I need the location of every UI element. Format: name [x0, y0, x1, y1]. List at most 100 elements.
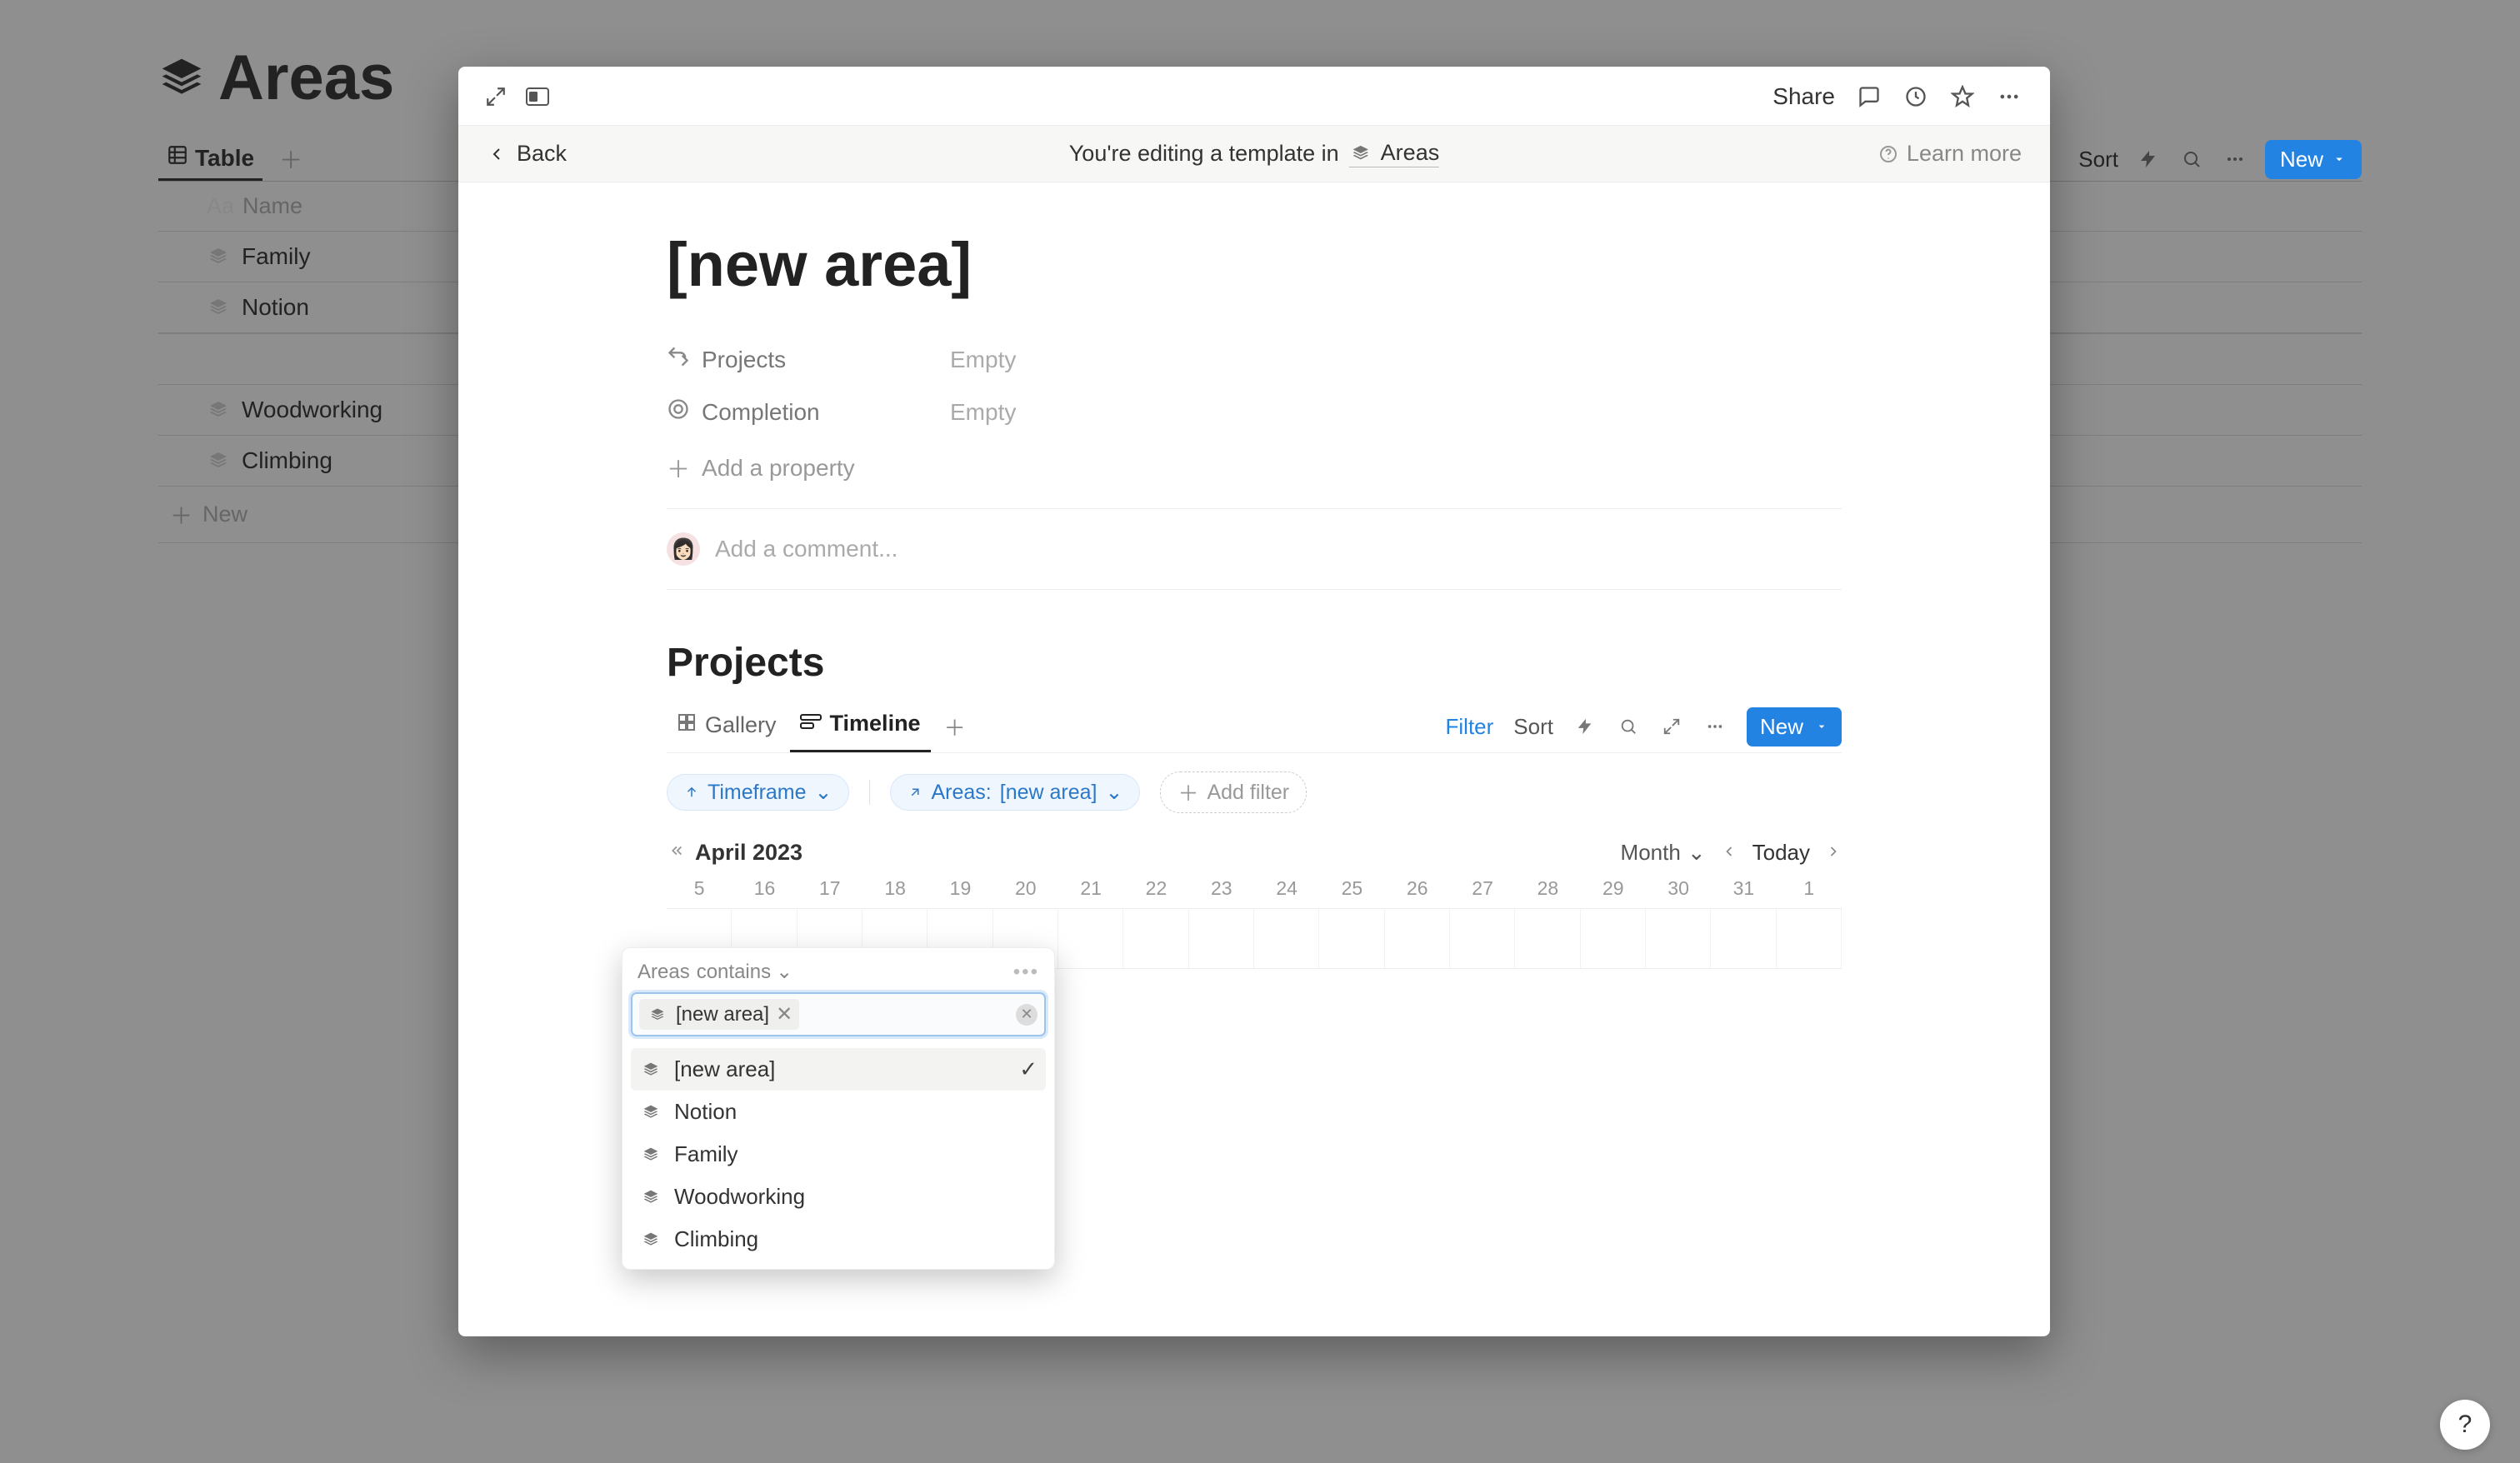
filter-option[interactable]: [new area]✓ — [631, 1048, 1046, 1091]
timeline-date: 18 — [862, 872, 928, 908]
page-title: Areas — [218, 42, 394, 114]
timeline-column[interactable] — [1515, 909, 1580, 968]
filter-options-list: [new area]✓ Notion FamilyWoodworkingClimbi… — [631, 1036, 1046, 1261]
prev-button[interactable] — [1721, 840, 1738, 866]
layers-icon — [639, 1143, 662, 1166]
help-button[interactable]: ? — [2440, 1400, 2490, 1450]
sort-button[interactable]: Sort — [1513, 714, 1553, 740]
tab-gallery[interactable]: Gallery — [667, 702, 787, 751]
filter-option[interactable]: Notion — [631, 1091, 1046, 1133]
bolt-icon[interactable] — [2135, 146, 2162, 172]
row-title: Climbing — [242, 447, 332, 474]
share-button[interactable]: Share — [1772, 83, 1835, 110]
tab-table[interactable]: Table — [158, 137, 262, 181]
tab-timeline[interactable]: Timeline — [790, 701, 931, 752]
row-title: Family — [242, 243, 310, 270]
remove-token-button[interactable]: ✕ — [776, 1002, 792, 1026]
add-filter-button[interactable]: ＋ Add filter — [1160, 771, 1307, 813]
filter-option[interactable]: Family — [631, 1133, 1046, 1176]
back-button[interactable]: Back — [487, 141, 567, 167]
timeline-column[interactable] — [1123, 909, 1188, 968]
timeline-date: 30 — [1646, 872, 1711, 908]
clear-input-button[interactable]: ✕ — [1016, 1004, 1038, 1026]
timeline-date: 19 — [928, 872, 992, 908]
timeline-column[interactable] — [1319, 909, 1384, 968]
relation-icon — [667, 345, 690, 374]
bolt-icon[interactable] — [1573, 715, 1597, 738]
timeline-date: 25 — [1319, 872, 1384, 908]
filter-text-input[interactable] — [806, 1003, 1009, 1026]
collapse-icon[interactable] — [667, 840, 685, 866]
filter-option[interactable]: Woodworking — [631, 1176, 1046, 1218]
add-view-button[interactable]: ＋ — [934, 707, 976, 747]
timeline-column[interactable] — [1646, 909, 1711, 968]
search-icon[interactable] — [1617, 715, 1640, 738]
new-button[interactable]: New — [2265, 140, 2362, 179]
timeline-date: 5 — [667, 872, 732, 908]
divider — [869, 780, 870, 805]
learn-more-button[interactable]: Learn more — [1878, 141, 2022, 167]
add-property-label: Add a property — [702, 455, 855, 482]
peek-mode-icon[interactable] — [525, 84, 550, 109]
property-row-completion[interactable]: Completion Empty — [667, 386, 1842, 438]
timeline-column[interactable] — [1450, 909, 1515, 968]
search-icon[interactable] — [2178, 146, 2205, 172]
layers-icon — [207, 296, 230, 319]
comment-input-row[interactable]: 👩🏻 Add a comment... — [667, 529, 1842, 589]
more-icon[interactable] — [2222, 146, 2248, 172]
today-button[interactable]: Today — [1752, 840, 1810, 866]
comment-placeholder: Add a comment... — [715, 536, 898, 562]
breadcrumb-db-link[interactable]: Areas — [1349, 140, 1440, 167]
chip-areas-filter[interactable]: Areas: [new area] ⌄ — [890, 774, 1140, 811]
expand-icon[interactable] — [483, 84, 508, 109]
linked-db-title[interactable]: Projects — [667, 640, 1842, 686]
favorite-icon[interactable] — [1950, 84, 1975, 109]
layers-icon — [639, 1101, 662, 1124]
timeline-dates-row: 5161718192021222324252627282930311 — [667, 872, 1842, 909]
chip-value: [new area] — [1000, 781, 1098, 805]
divider — [667, 508, 1842, 509]
add-view-button[interactable]: ＋ — [271, 137, 311, 181]
tab-label: Timeline — [830, 711, 921, 736]
property-value[interactable]: Empty — [950, 347, 1016, 373]
sort-label[interactable]: Sort — [2078, 147, 2118, 172]
filter-option[interactable]: Climbing — [631, 1218, 1046, 1261]
timeline-column[interactable] — [1581, 909, 1646, 968]
comments-icon[interactable] — [1857, 84, 1882, 109]
new-button[interactable]: New — [1747, 707, 1842, 746]
tab-label: Gallery — [705, 712, 777, 738]
timeline-date: 21 — [1058, 872, 1123, 908]
timeline-date: 27 — [1450, 872, 1515, 908]
expand-icon[interactable] — [1660, 715, 1683, 738]
timeline-date: 29 — [1581, 872, 1646, 908]
chip-timeframe[interactable]: Timeframe ⌄ — [667, 774, 849, 811]
plus-icon: ＋ — [170, 498, 192, 531]
granularity-selector[interactable]: Month ⌄ — [1621, 840, 1706, 866]
timeline-column[interactable] — [1777, 909, 1842, 968]
next-button[interactable] — [1825, 840, 1842, 866]
property-value[interactable]: Empty — [950, 399, 1016, 426]
filter-condition-selector[interactable]: contains ⌄ — [697, 960, 793, 984]
layers-icon — [646, 1003, 669, 1026]
timeline-column[interactable] — [1254, 909, 1319, 968]
entry-title[interactable]: [new area] — [667, 229, 1842, 300]
gallery-icon — [677, 712, 697, 738]
timeline-column[interactable] — [1385, 909, 1450, 968]
timeline-date: 24 — [1254, 872, 1319, 908]
more-icon[interactable]: ••• — [1013, 961, 1039, 984]
property-row-projects[interactable]: Projects Empty — [667, 333, 1842, 386]
plus-icon: ＋ — [1178, 777, 1198, 807]
add-property-button[interactable]: ＋ Add a property — [667, 438, 1842, 508]
option-label: Notion — [674, 1099, 737, 1125]
updates-icon[interactable] — [1903, 84, 1928, 109]
filter-input[interactable]: [new area] ✕ ✕ — [631, 992, 1046, 1036]
column-header-label: Name — [242, 193, 302, 219]
more-icon[interactable] — [1997, 84, 2022, 109]
timeline-column[interactable] — [1058, 909, 1123, 968]
filter-token[interactable]: [new area] ✕ — [639, 999, 799, 1030]
filter-button[interactable]: Filter — [1446, 714, 1494, 740]
more-icon[interactable] — [1703, 715, 1727, 738]
row-title: Woodworking — [242, 397, 382, 423]
timeline-column[interactable] — [1189, 909, 1254, 968]
timeline-column[interactable] — [1711, 909, 1776, 968]
